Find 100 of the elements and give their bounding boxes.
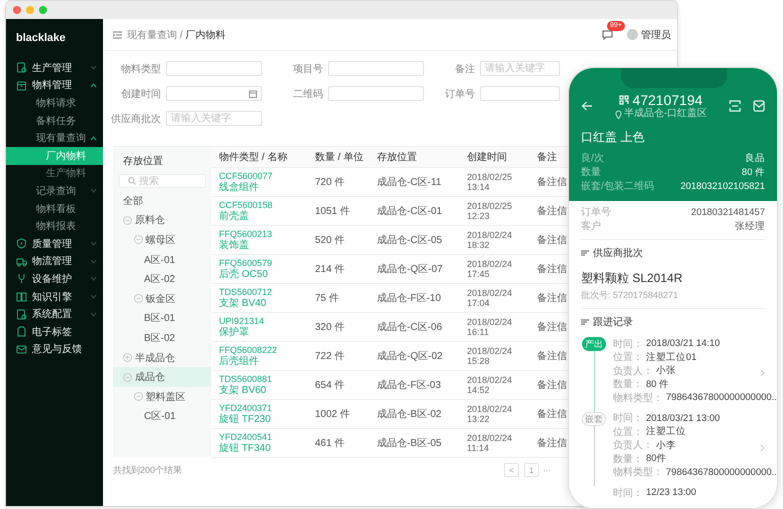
chevron-right-icon[interactable] xyxy=(760,369,765,377)
section-title: 供应商批次 xyxy=(593,246,643,260)
sidebar-item[interactable]: 意见与反馈 xyxy=(6,340,103,358)
collapse-icon[interactable] xyxy=(123,216,132,225)
column-header: 创建时间 xyxy=(467,150,508,164)
search-field[interactable]: 搜索 xyxy=(139,176,205,186)
input-field[interactable] xyxy=(166,61,262,76)
minimize-dot[interactable] xyxy=(26,6,34,14)
collapse-icon[interactable] xyxy=(134,392,142,402)
sidebar-item[interactable]: 物料管理 xyxy=(6,76,103,94)
table-cell-text: 2018/02/24 16:11 xyxy=(467,317,514,337)
field-label: 物料类型 xyxy=(120,62,162,76)
back-arrow-icon[interactable] xyxy=(581,100,593,112)
table-cell-text: 214 件 xyxy=(315,263,346,276)
field-label: 负责人： xyxy=(613,364,653,378)
table-cell-text: 备注信 xyxy=(537,176,568,189)
field-label: 位置： xyxy=(613,426,643,439)
calendar-icon xyxy=(249,90,257,98)
tree-node[interactable]: 钣金区 xyxy=(113,288,211,309)
maximize-dot[interactable] xyxy=(39,6,47,14)
column-header: 存放位置 xyxy=(377,150,418,164)
field-value: 2018032102105821 xyxy=(680,181,765,193)
sidebar-item[interactable]: 现有量查询 xyxy=(6,129,103,147)
chevron-right-icon[interactable] xyxy=(760,444,765,452)
sidebar-item[interactable]: 物流管理 xyxy=(6,252,103,270)
chevron-up-icon[interactable] xyxy=(90,136,97,141)
inbox-icon[interactable] xyxy=(753,100,765,112)
table-cell-text: 1002 件 xyxy=(315,408,352,421)
table-cell-text: 2018/02/24 17:04 xyxy=(467,288,514,308)
table-cell-text: 备注信 xyxy=(537,408,568,421)
field-label: 负责人： xyxy=(613,438,653,452)
sidebar-item[interactable]: 生产管理 xyxy=(6,59,103,77)
chevron-down-icon[interactable] xyxy=(90,276,97,282)
tree-node[interactable]: 成品仓 xyxy=(113,367,211,387)
qr-code-icon xyxy=(619,95,630,105)
table-cell-text: 成品仓-C区-05 xyxy=(377,234,444,247)
chevron-down-icon[interactable] xyxy=(90,294,97,300)
table-cell-text: 成品仓-B区-02 xyxy=(377,408,442,421)
table-cell-text: 成品仓-B区-05 xyxy=(377,436,442,450)
tree-node[interactable]: 螺母区 xyxy=(113,230,211,250)
chevron-up-icon[interactable] xyxy=(90,82,97,88)
table-cell-text: 成品仓-F区-03 xyxy=(377,378,442,392)
table-cell-text: 成品仓-C区-11 xyxy=(377,176,442,189)
section-title: 跟进记录 xyxy=(593,316,633,329)
envelope-icon xyxy=(16,344,27,355)
collapse-icon[interactable] xyxy=(134,235,142,244)
sidebar-item[interactable]: 备料任务 xyxy=(6,112,103,130)
table-cell-text: 2018/02/24 15:28 xyxy=(467,346,514,366)
tree-node[interactable]: 塑料盖区 xyxy=(113,386,211,407)
tree-node[interactable]: C区-01 xyxy=(113,406,211,426)
sidebar-item[interactable]: 物料请求 xyxy=(6,94,103,112)
chevron-down-icon[interactable] xyxy=(90,188,97,194)
field-label: 备注 xyxy=(454,62,476,76)
tree-node[interactable]: A区-02 xyxy=(113,269,211,289)
tree-node[interactable]: B区-01 xyxy=(113,308,211,328)
avatar[interactable] xyxy=(627,29,638,40)
chat-icon[interactable] xyxy=(602,29,613,40)
tree-node[interactable]: 全部 xyxy=(113,191,211,211)
chevron-down-icon[interactable] xyxy=(90,241,97,246)
close-dot[interactable] xyxy=(13,6,21,14)
list-icon xyxy=(581,250,589,256)
expand-icon[interactable] xyxy=(123,353,132,362)
sidebar-item[interactable]: 设备维护 xyxy=(6,270,103,288)
sidebar-item[interactable]: 系统配置 xyxy=(6,305,103,323)
tree-node[interactable]: B区-02 xyxy=(113,328,211,348)
sidebar-item[interactable]: 生产物料 xyxy=(6,164,103,182)
tree-node[interactable]: 原料仓 xyxy=(113,210,211,230)
input-field[interactable] xyxy=(480,86,560,101)
scan-icon[interactable] xyxy=(729,100,741,112)
result-count: 共找到200个结果 xyxy=(113,464,184,476)
sidebar-item[interactable]: 记录查询 xyxy=(6,182,103,200)
user-name[interactable]: 管理员 xyxy=(641,28,671,42)
document-gear-icon xyxy=(16,308,27,320)
input-field[interactable] xyxy=(328,61,424,76)
table-cell-text: 备注信 xyxy=(537,378,568,392)
sidebar-item[interactable]: 知识引擎 xyxy=(6,288,103,306)
sidebar-item[interactable]: 质量管理 xyxy=(6,234,103,253)
field-label: 订单号 xyxy=(444,88,476,100)
tree-node[interactable]: A区-01 xyxy=(113,250,211,270)
field-label: 物料类型： xyxy=(613,392,663,405)
field-value: 良品 xyxy=(745,153,765,165)
chevron-down-icon[interactable] xyxy=(90,258,97,264)
column-header: 数量 / 单位 xyxy=(315,150,364,164)
search-box[interactable]: 搜索 xyxy=(119,174,206,188)
book-icon xyxy=(16,291,27,302)
sidebar-item[interactable]: 物料看板 xyxy=(6,200,103,218)
input-field[interactable] xyxy=(328,86,424,101)
menu-icon[interactable] xyxy=(113,30,122,38)
table-cell-text: 备注信 xyxy=(537,234,568,247)
field-value: 79864367800000000000... xyxy=(666,392,777,404)
chevron-down-icon[interactable] xyxy=(90,65,97,70)
collapse-icon[interactable] xyxy=(123,372,132,382)
chevron-down-icon[interactable] xyxy=(90,312,97,317)
tree-node[interactable]: 半成品仓 xyxy=(113,348,211,368)
sidebar-item[interactable]: 物料报表 xyxy=(6,217,103,235)
sidebar-item[interactable]: 电子标签 xyxy=(6,322,103,340)
collapse-icon[interactable] xyxy=(134,294,142,304)
date-field[interactable] xyxy=(166,86,262,101)
logo: blacklake xyxy=(15,32,66,46)
field-value: 小张 xyxy=(656,364,676,378)
